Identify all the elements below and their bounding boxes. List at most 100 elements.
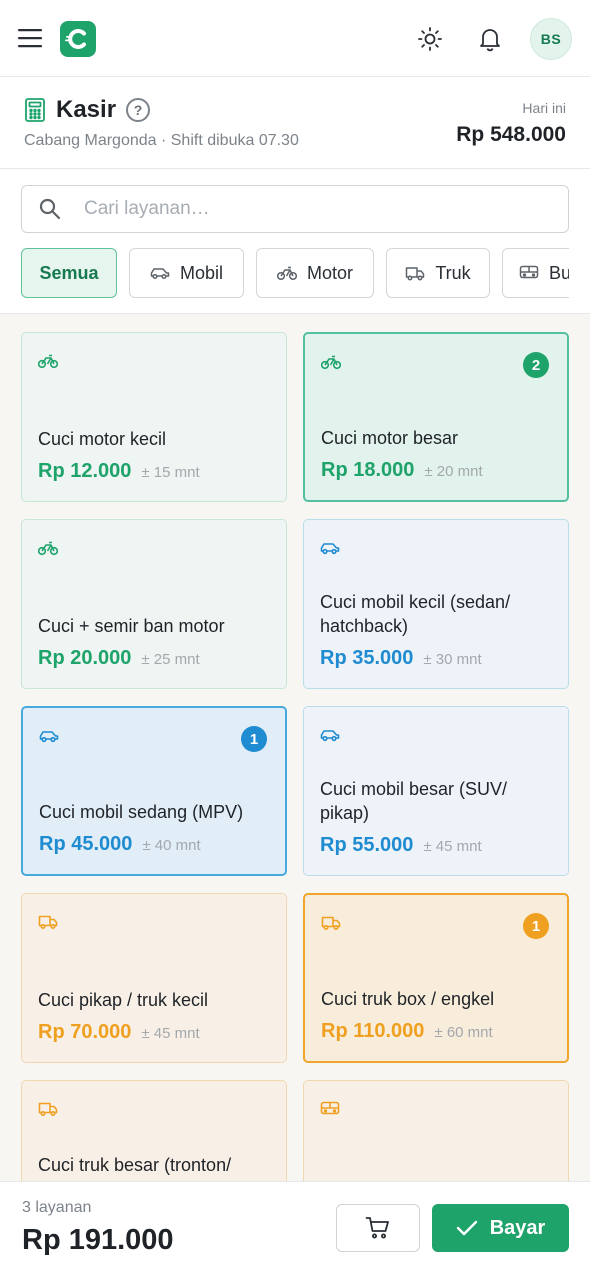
sun-icon bbox=[418, 27, 442, 51]
service-card-cuci-truk-box[interactable]: 1 Cuci truk box / engkel Rp 110.000 ± 60… bbox=[303, 893, 569, 1063]
service-price-row: Rp 45.000 ± 40 mnt bbox=[39, 833, 201, 856]
service-price-row: Rp 110.000 ± 60 mnt bbox=[321, 1020, 493, 1043]
service-price-row: Rp 70.000 ± 45 mnt bbox=[38, 1021, 200, 1044]
service-name: Cuci mobil sedang (MPV) bbox=[39, 802, 244, 822]
service-name: Cuci mobil besar (SUV/ pikap) bbox=[320, 779, 508, 823]
service-card-cuci-semir-ban-motor[interactable]: Cuci + semir ban motor Rp 20.000 ± 25 mn… bbox=[21, 519, 287, 689]
logo-icon bbox=[65, 29, 86, 49]
service-duration: ± 45 mnt bbox=[141, 1025, 200, 1042]
filter-chip-label: Bus bbox=[549, 262, 569, 283]
service-name: Cuci mobil kecil (sedan/ hatchback) bbox=[320, 592, 511, 636]
cart-button[interactable] bbox=[336, 1204, 420, 1252]
quantity-badge: 1 bbox=[523, 913, 549, 939]
service-card-cuci-mobil-kecil[interactable]: Cuci mobil kecil (sedan/ hatchback) Rp 3… bbox=[303, 519, 569, 689]
car-icon bbox=[150, 268, 170, 280]
service-price: Rp 45.000 bbox=[39, 833, 133, 855]
branch-shift-info: Cabang Margonda · Shift dibuka 07.30 bbox=[24, 132, 299, 149]
service-card-cuci-truk-besar[interactable]: Cuci truk besar (tronton/ bbox=[21, 1080, 287, 1181]
menu-button[interactable] bbox=[16, 24, 44, 52]
quantity-badge: 2 bbox=[523, 352, 549, 378]
theme-toggle-button[interactable] bbox=[412, 21, 448, 57]
filter-chip-bus[interactable]: Bus bbox=[502, 248, 569, 298]
pay-button[interactable]: Bayar bbox=[432, 1204, 569, 1252]
service-price-row: Rp 12.000 ± 15 mnt bbox=[38, 460, 200, 483]
filter-chip-all[interactable]: Semua bbox=[21, 248, 117, 298]
service-grid: Cuci motor kecil Rp 12.000 ± 15 mnt 2 Cu… bbox=[0, 313, 590, 1181]
cart-total: Rp 191.000 bbox=[22, 1224, 174, 1256]
service-name: Cuci pikap / truk kecil bbox=[38, 990, 209, 1010]
service-card-cuci-mobil-sedang[interactable]: 1 Cuci mobil sedang (MPV) Rp 45.000 ± 40… bbox=[21, 706, 287, 876]
filter-chip-label: Semua bbox=[39, 262, 99, 283]
service-price: Rp 35.000 bbox=[320, 647, 414, 669]
truck-icon bbox=[406, 266, 425, 280]
service-price: Rp 18.000 bbox=[321, 459, 415, 481]
service-card-cuci-motor-besar[interactable]: 2 Cuci motor besar Rp 18.000 ± 20 mnt bbox=[303, 332, 569, 502]
search-input[interactable] bbox=[84, 198, 524, 220]
app-bar: BS bbox=[0, 0, 590, 77]
filter-chip-label: Motor bbox=[306, 262, 353, 283]
bike-icon bbox=[276, 266, 297, 281]
service-duration: ± 25 mnt bbox=[141, 651, 200, 668]
page-title-row: Kasir ? bbox=[24, 96, 151, 124]
service-price-row: Rp 55.000 ± 45 mnt bbox=[320, 834, 482, 857]
cart-count: 3 layanan bbox=[22, 1199, 92, 1216]
help-icon[interactable]: ? bbox=[126, 98, 151, 122]
bus-icon bbox=[519, 265, 539, 279]
search-box[interactable] bbox=[21, 185, 569, 233]
bus-icon bbox=[320, 1101, 340, 1115]
car-icon bbox=[39, 731, 59, 743]
service-card-bus[interactable] bbox=[303, 1080, 569, 1181]
service-duration: ± 60 mnt bbox=[434, 1024, 493, 1041]
service-duration: ± 45 mnt bbox=[423, 838, 482, 855]
service-name: Cuci truk besar (tronton/ bbox=[38, 1155, 232, 1175]
user-avatar[interactable]: BS bbox=[530, 18, 572, 60]
page-header: Kasir ? Cabang Margonda · Shift dibuka 0… bbox=[0, 78, 590, 169]
service-card-cuci-pikap-truk-kecil[interactable]: Cuci pikap / truk kecil Rp 70.000 ± 45 m… bbox=[21, 893, 287, 1063]
bike-icon bbox=[38, 541, 58, 556]
checkout-bar: 3 layanan Rp 191.000 Bayar bbox=[0, 1181, 590, 1278]
today-label: Hari ini bbox=[522, 100, 566, 116]
service-name: Cuci motor besar bbox=[321, 428, 459, 448]
category-filters: Semua Mobil Motor Truk Bus bbox=[21, 248, 569, 298]
truck-icon bbox=[321, 916, 341, 931]
service-price: Rp 70.000 bbox=[38, 1021, 132, 1043]
search-icon bbox=[39, 198, 61, 220]
app-logo[interactable] bbox=[60, 21, 96, 57]
filter-chip-mobil[interactable]: Mobil bbox=[129, 248, 244, 298]
hamburger-icon bbox=[18, 29, 42, 48]
service-duration: ± 40 mnt bbox=[142, 837, 201, 854]
service-price: Rp 110.000 bbox=[321, 1020, 425, 1042]
truck-icon bbox=[38, 1102, 58, 1117]
service-price-row: Rp 18.000 ± 20 mnt bbox=[321, 459, 483, 482]
filter-chip-label: Mobil bbox=[179, 262, 223, 283]
service-price: Rp 55.000 bbox=[320, 834, 414, 856]
truck-icon bbox=[38, 915, 58, 930]
page-title: Kasir bbox=[56, 96, 117, 123]
check-icon bbox=[456, 1220, 477, 1236]
service-name: Cuci truk box / engkel bbox=[321, 989, 495, 1009]
bike-icon bbox=[38, 354, 58, 369]
service-card-cuci-mobil-besar[interactable]: Cuci mobil besar (SUV/ pikap) Rp 55.000 … bbox=[303, 706, 569, 876]
bike-icon bbox=[321, 355, 341, 370]
filter-chip-motor[interactable]: Motor bbox=[256, 248, 374, 298]
filter-chip-label: Truk bbox=[435, 262, 471, 283]
service-name: Cuci motor kecil bbox=[38, 429, 167, 449]
cart-icon bbox=[365, 1217, 389, 1239]
pay-button-label: Bayar bbox=[489, 1216, 546, 1239]
service-name: Cuci + semir ban motor bbox=[38, 616, 225, 636]
bell-icon bbox=[480, 29, 500, 52]
car-icon bbox=[320, 543, 340, 555]
today-revenue: Rp 548.000 bbox=[456, 123, 566, 146]
notifications-button[interactable] bbox=[472, 21, 508, 57]
calculator-icon bbox=[25, 98, 45, 122]
service-duration: ± 20 mnt bbox=[424, 463, 483, 480]
service-card-cuci-motor-kecil[interactable]: Cuci motor kecil Rp 12.000 ± 15 mnt bbox=[21, 332, 287, 502]
service-price-row: Rp 35.000 ± 30 mnt bbox=[320, 647, 482, 670]
service-duration: ± 15 mnt bbox=[141, 464, 200, 481]
car-icon bbox=[320, 730, 340, 742]
service-price-row: Rp 20.000 ± 25 mnt bbox=[38, 647, 200, 670]
filter-chip-truk[interactable]: Truk bbox=[386, 248, 490, 298]
service-price: Rp 20.000 bbox=[38, 647, 132, 669]
service-duration: ± 30 mnt bbox=[423, 651, 482, 668]
quantity-badge: 1 bbox=[241, 726, 267, 752]
